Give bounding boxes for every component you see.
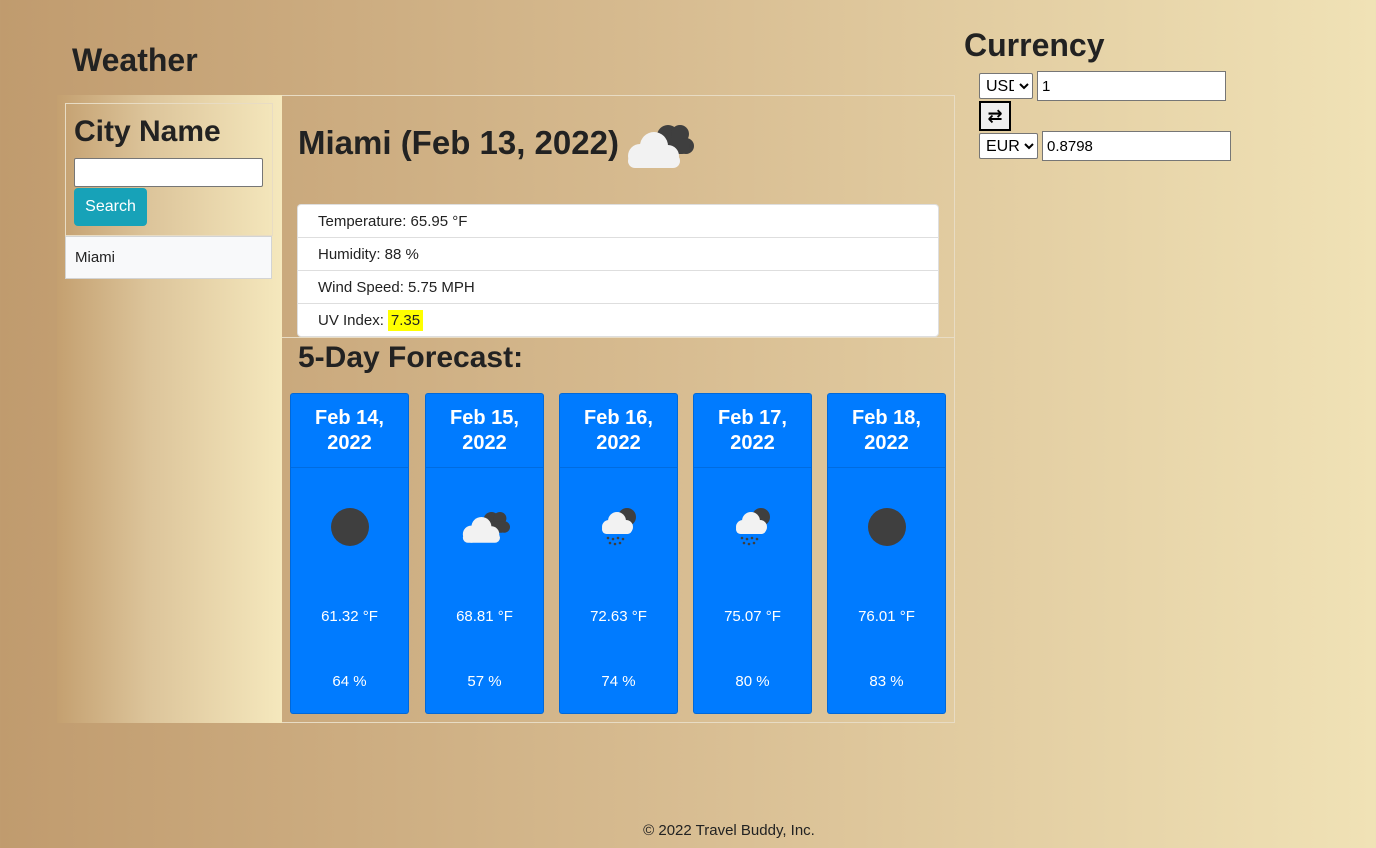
- forecast-temp: 75.07 °F: [724, 608, 781, 625]
- forecast-title: 5-Day Forecast:: [298, 341, 524, 374]
- search-button[interactable]: Search: [74, 188, 147, 226]
- forecast-card: Feb 16, 2022 72.63 °F 74 %: [559, 393, 678, 714]
- forecast-card: Feb 14, 2022 61.32 °F 64 %: [290, 393, 409, 714]
- city-name-label: City Name: [74, 115, 221, 148]
- swap-currency-button[interactable]: ⇄: [979, 101, 1011, 131]
- uv-index-value: 7.35: [387, 310, 424, 331]
- humidity-item: Humidity: 88 %: [298, 238, 938, 271]
- from-currency-select[interactable]: USD: [979, 73, 1033, 99]
- forecast-date: Feb 14, 2022: [291, 394, 408, 468]
- to-currency-select[interactable]: EUR: [979, 133, 1038, 159]
- broken-clouds-icon: [426, 499, 543, 555]
- forecast-card: Feb 15, 2022 68.81 °F 57 %: [425, 393, 544, 714]
- to-amount-input[interactable]: [1042, 131, 1231, 161]
- currency-title: Currency: [964, 27, 1105, 63]
- forecast-date: Feb 17, 2022: [694, 394, 811, 468]
- currency-to-row: EUR: [979, 131, 1231, 161]
- temperature-item: Temperature: 65.95 °F: [298, 205, 938, 238]
- weather-title: Weather: [72, 42, 198, 78]
- city-heading: Miami (Feb 13, 2022): [298, 124, 619, 161]
- forecast-humidity: 80 %: [735, 673, 770, 690]
- forecast-temp: 72.63 °F: [590, 608, 647, 625]
- forecast-date: Feb 15, 2022: [426, 394, 543, 468]
- forecast-date: Feb 16, 2022: [560, 394, 677, 468]
- uv-index-item: UV Index: 7.35: [298, 304, 938, 337]
- currency-from-row: USD: [979, 71, 1226, 101]
- forecast-humidity: 74 %: [601, 673, 636, 690]
- forecast-temp: 61.32 °F: [321, 608, 378, 625]
- forecast-card: Feb 17, 2022 75.07 °F 80 %: [693, 393, 812, 714]
- forecast-card: Feb 18, 2022 76.01 °F 83 %: [827, 393, 946, 714]
- broken-clouds-icon: [620, 118, 698, 174]
- rain-cloud-icon: [560, 499, 677, 555]
- forecast-humidity: 64 %: [332, 673, 367, 690]
- forecast-humidity: 57 %: [467, 673, 502, 690]
- forecast-temp: 76.01 °F: [858, 608, 915, 625]
- forecast-humidity: 83 %: [869, 673, 904, 690]
- current-weather-list: Temperature: 65.95 °F Humidity: 88 % Win…: [297, 204, 939, 337]
- city-search-input[interactable]: [74, 158, 263, 187]
- uv-index-label: UV Index:: [318, 312, 384, 329]
- rain-cloud-icon: [694, 499, 811, 555]
- forecast-temp: 68.81 °F: [456, 608, 513, 625]
- history-item-miami[interactable]: Miami: [65, 236, 272, 279]
- from-amount-input[interactable]: [1037, 71, 1226, 101]
- footer-copyright: © 2022 Travel Buddy, Inc.: [643, 822, 815, 839]
- wind-speed-item: Wind Speed: 5.75 MPH: [298, 271, 938, 304]
- dark-circle-icon: [291, 499, 408, 555]
- forecast-date: Feb 18, 2022: [828, 394, 945, 468]
- dark-circle-icon: [828, 499, 945, 555]
